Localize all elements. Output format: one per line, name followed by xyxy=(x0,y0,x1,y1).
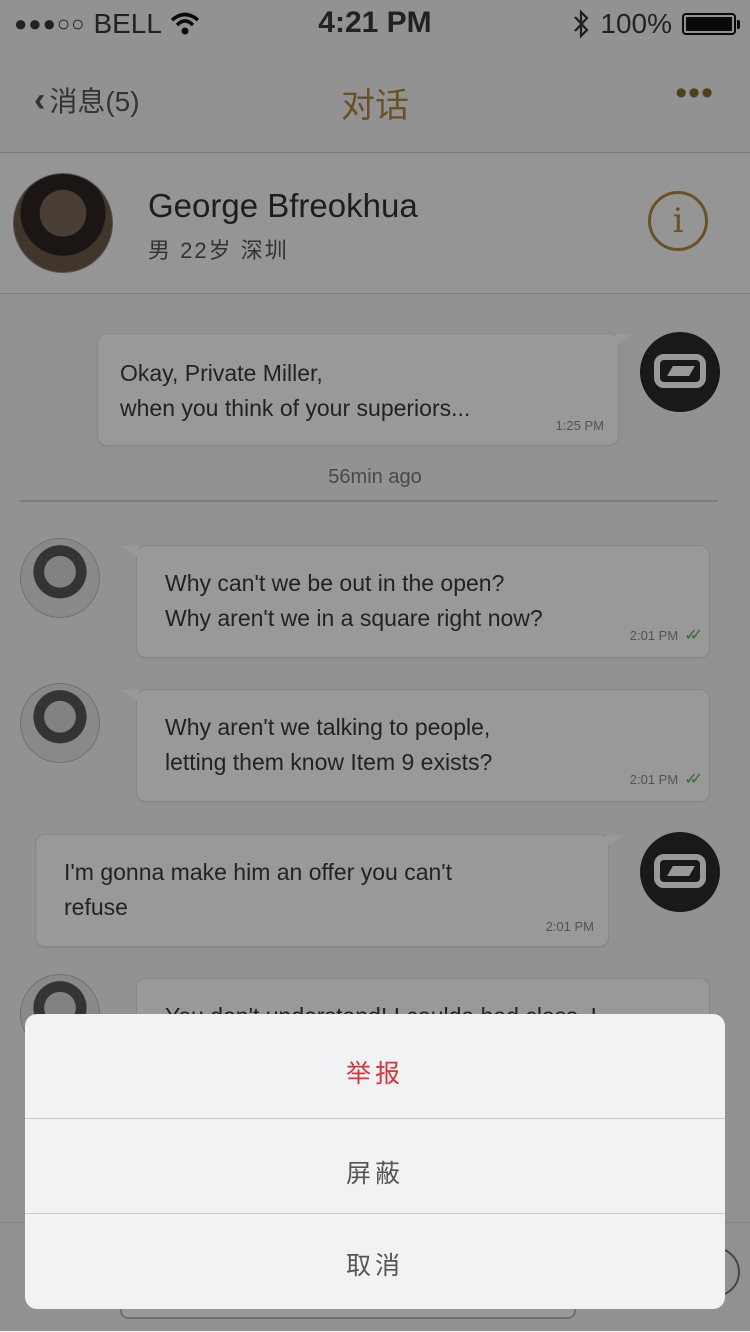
block-button[interactable]: 屏蔽 xyxy=(25,1154,725,1190)
cancel-button[interactable]: 取消 xyxy=(25,1246,725,1282)
action-sheet: 举报 屏蔽 取消 xyxy=(25,1014,725,1309)
divider xyxy=(25,1118,725,1119)
report-button[interactable]: 举报 xyxy=(25,1054,725,1090)
divider xyxy=(25,1213,725,1214)
